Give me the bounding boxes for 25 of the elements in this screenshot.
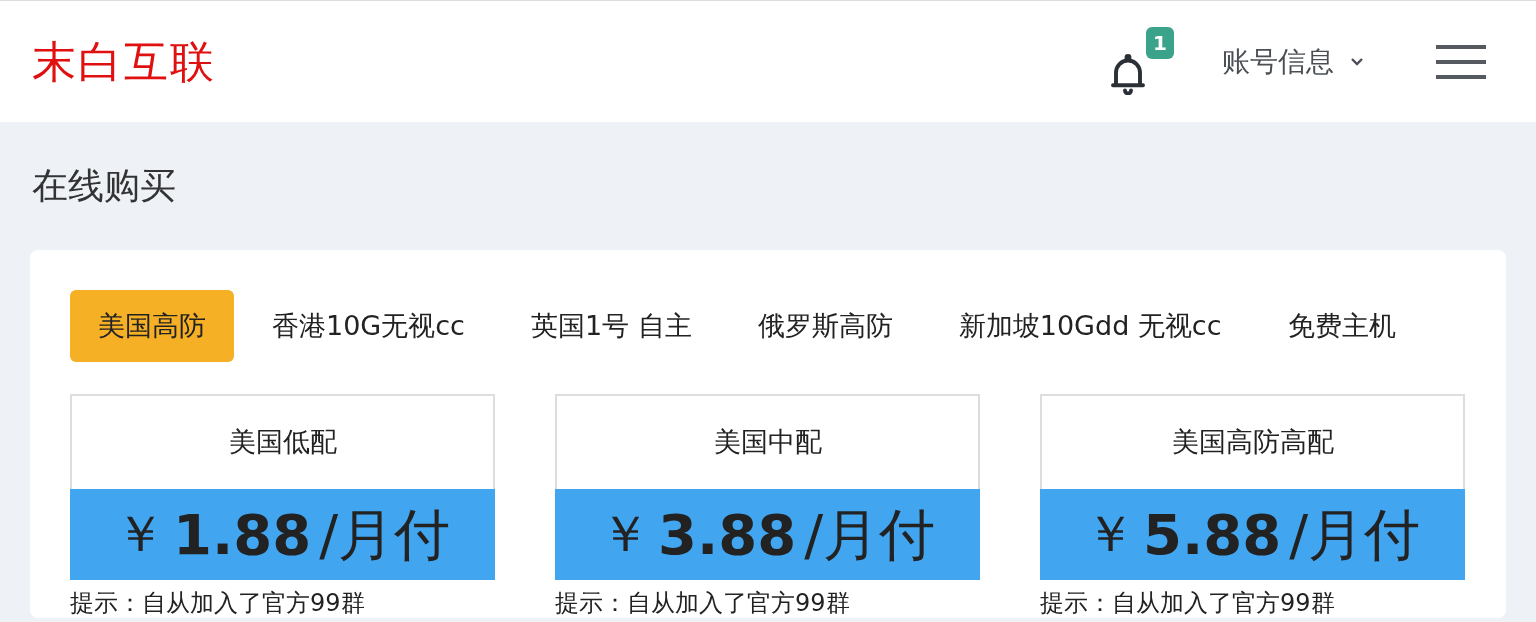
currency: ￥ <box>599 504 650 565</box>
currency: ￥ <box>114 504 165 565</box>
logo[interactable]: 末白互联 <box>32 28 216 95</box>
bell-icon <box>1110 52 1146 95</box>
tab[interactable]: 美国高防 <box>70 290 234 362</box>
plan-note: 提示：自从加入了官方99群 <box>555 588 850 618</box>
menu-icon[interactable] <box>1436 44 1486 79</box>
plan-note: 提示：自从加入了官方99群 <box>70 588 365 618</box>
billing-period: /月付 <box>319 500 450 569</box>
price: 5.88 <box>1142 500 1282 569</box>
tab[interactable]: 英国1号 自主 <box>502 290 720 362</box>
tab[interactable]: 新加坡10Gdd 无视cc <box>930 290 1250 362</box>
billing-period: /月付 <box>1289 500 1420 569</box>
tab[interactable]: 香港10G无视cc <box>244 290 493 362</box>
page-title: 在线购买 <box>32 164 176 208</box>
price: 1.88 <box>172 500 312 569</box>
notification-badge: 1 <box>1146 26 1174 59</box>
billing-period: /月付 <box>804 500 935 569</box>
account-menu[interactable]: 账号信息 <box>1222 40 1364 83</box>
chevron-down-icon <box>1350 56 1364 67</box>
plan-note: 提示：自从加入了官方99群 <box>1040 588 1335 618</box>
tab[interactable]: 免费主机 <box>1259 290 1424 362</box>
currency: ￥ <box>1084 504 1135 565</box>
tab[interactable]: 俄罗斯高防 <box>729 290 921 362</box>
price: 3.88 <box>657 500 797 569</box>
